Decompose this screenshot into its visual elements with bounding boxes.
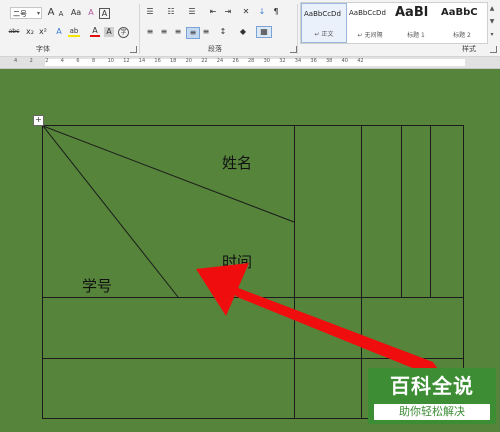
shrink-font-icon[interactable]: A <box>56 9 66 19</box>
sort-icon[interactable]: ↓ <box>256 7 268 17</box>
annotation-arrow <box>196 263 447 382</box>
ribbon: 二号 ▾ A A Aa A A abc x₂ x² A ab A A 字 字体 … <box>0 0 500 57</box>
style-no-spacing[interactable]: AaBbCcDd ↵ 无间隔 <box>347 3 393 43</box>
ruler-number: 26 <box>232 58 239 64</box>
encircle-icon[interactable]: 字 <box>118 27 129 38</box>
more-icon[interactable]: ▾ <box>487 28 497 41</box>
style-heading-2[interactable]: AaBbC 标题 2 <box>439 3 485 43</box>
subscript-icon[interactable]: x₂ <box>24 27 36 37</box>
header-name-label: 姓名 <box>222 154 252 172</box>
font-dialog-launcher-icon[interactable] <box>130 46 137 53</box>
distributed-icon[interactable]: ≡ <box>200 27 212 37</box>
ruler-number: 36 <box>310 58 317 64</box>
watermark-title: 百科全说 <box>390 374 474 398</box>
separator <box>297 4 298 54</box>
bullets-icon[interactable]: ☰ <box>144 7 156 17</box>
ruler-number: 38 <box>326 58 333 64</box>
show-marks-icon[interactable]: ¶ <box>270 7 282 17</box>
watermark-subtitle: 助你轻松解决 <box>374 404 490 420</box>
font-size-combo[interactable]: 二号 ▾ <box>10 7 42 19</box>
chinese-layout-icon[interactable]: ✕ <box>240 7 252 17</box>
style-sample: AaBbCcDd <box>304 10 341 18</box>
paragraph-group-label: 段落 <box>208 45 222 53</box>
ruler-number: 32 <box>279 58 286 64</box>
increase-indent-icon[interactable]: ⇥ <box>222 7 234 17</box>
paragraph-group: ☰ ☷ ☰ ⇤ ⇥ ✕ ↓ ¶ ≡ ≡ ≡ ≡ ≡ ↕ ◆ ▦ 段落 <box>140 0 298 56</box>
style-sample: AaBl <box>395 5 429 20</box>
font-color-icon[interactable]: A <box>90 27 100 37</box>
styles-group-label: 样式 <box>462 45 476 53</box>
style-name: 标题 2 <box>453 32 471 39</box>
ruler-number: 20 <box>185 58 192 64</box>
char-border-icon[interactable]: A <box>99 8 110 19</box>
numbering-icon[interactable]: ☷ <box>165 7 177 17</box>
horizontal-ruler[interactable]: 4 2 2 4 6 8 10 12 14 16 18 20 22 24 26 28 30 32 34 36 38 40 42 <box>0 57 500 69</box>
styles-dialog-launcher-icon[interactable] <box>490 46 497 53</box>
chevron-down-icon[interactable]: ▼ <box>487 15 497 28</box>
ruler-number: 18 <box>170 58 177 64</box>
watermark-logo: 百科全说 助你轻松解决 <box>368 368 496 424</box>
align-center-icon[interactable]: ≡ <box>158 27 170 37</box>
multilevel-list-icon[interactable]: ☰ <box>186 7 198 17</box>
style-heading-1[interactable]: AaBl 标题 1 <box>393 3 439 43</box>
ruler-number: 12 <box>123 58 130 64</box>
align-right-icon[interactable]: ≡ <box>172 27 184 37</box>
ruler-number: 8 <box>92 58 96 64</box>
justify-icon[interactable]: ≡ <box>186 27 200 39</box>
text-effect-icon[interactable]: A <box>54 27 64 37</box>
ruler-number: 34 <box>294 58 302 64</box>
superscript-icon[interactable]: x² <box>37 27 49 37</box>
ruler-number: 22 <box>201 58 208 64</box>
line-spacing-icon[interactable]: ↕ <box>216 27 230 37</box>
ruler-number: 2 <box>29 58 33 64</box>
clear-format-icon[interactable]: A <box>86 8 96 18</box>
ruler-number: 42 <box>357 58 364 64</box>
styles-gallery: AaBbCcDd ↵ 正文 AaBbCcDd ↵ 无间隔 AaBl 标题 1 A… <box>300 2 488 44</box>
ruler-number: 24 <box>216 58 224 64</box>
header-id-label: 学号 <box>82 277 112 295</box>
grow-font-icon[interactable]: A <box>46 8 56 18</box>
change-case-icon[interactable]: Aa <box>69 8 83 18</box>
ruler-number: 14 <box>138 58 146 64</box>
style-normal[interactable]: AaBbCcDd ↵ 正文 <box>301 3 347 43</box>
borders-icon[interactable]: ▦ <box>256 26 272 38</box>
ruler-number: 4 <box>14 58 18 64</box>
chevron-up-icon[interactable]: ▲ <box>487 2 497 15</box>
style-name: ↵ 无间隔 <box>357 32 383 39</box>
ruler-number: 10 <box>107 58 114 64</box>
style-name: ↵ 正文 <box>314 31 334 38</box>
table-move-handle-icon[interactable]: + <box>33 115 44 126</box>
style-sample: AaBbCcDd <box>349 9 386 17</box>
style-sample: AaBbC <box>441 7 478 18</box>
ruler-number: 2 <box>45 58 49 64</box>
ruler-number: 4 <box>60 58 64 64</box>
ruler-number: 28 <box>248 58 255 64</box>
shading-bucket-icon[interactable]: ◆ <box>237 27 249 37</box>
font-group: 二号 ▾ A A Aa A A abc x₂ x² A ab A A 字 字体 <box>0 0 138 56</box>
ruler-number: 30 <box>263 58 270 64</box>
font-size-value: 二号 <box>13 10 27 18</box>
decrease-indent-icon[interactable]: ⇤ <box>207 7 219 17</box>
font-group-label: 字体 <box>36 45 50 53</box>
align-left-icon[interactable]: ≡ <box>144 27 156 37</box>
ruler-number: 40 <box>341 58 348 64</box>
gallery-scroll[interactable]: ▲ ▼ ▾ <box>487 2 497 42</box>
highlight-icon[interactable]: ab <box>68 27 80 37</box>
style-name: 标题 1 <box>407 32 425 39</box>
ruler-number: 16 <box>154 58 161 64</box>
strikethrough-icon[interactable]: abc <box>6 27 22 37</box>
paragraph-dialog-launcher-icon[interactable] <box>290 46 297 53</box>
ruler-number: 6 <box>76 58 80 64</box>
shading-icon[interactable]: A <box>104 27 114 37</box>
chevron-down-icon: ▾ <box>36 10 40 17</box>
